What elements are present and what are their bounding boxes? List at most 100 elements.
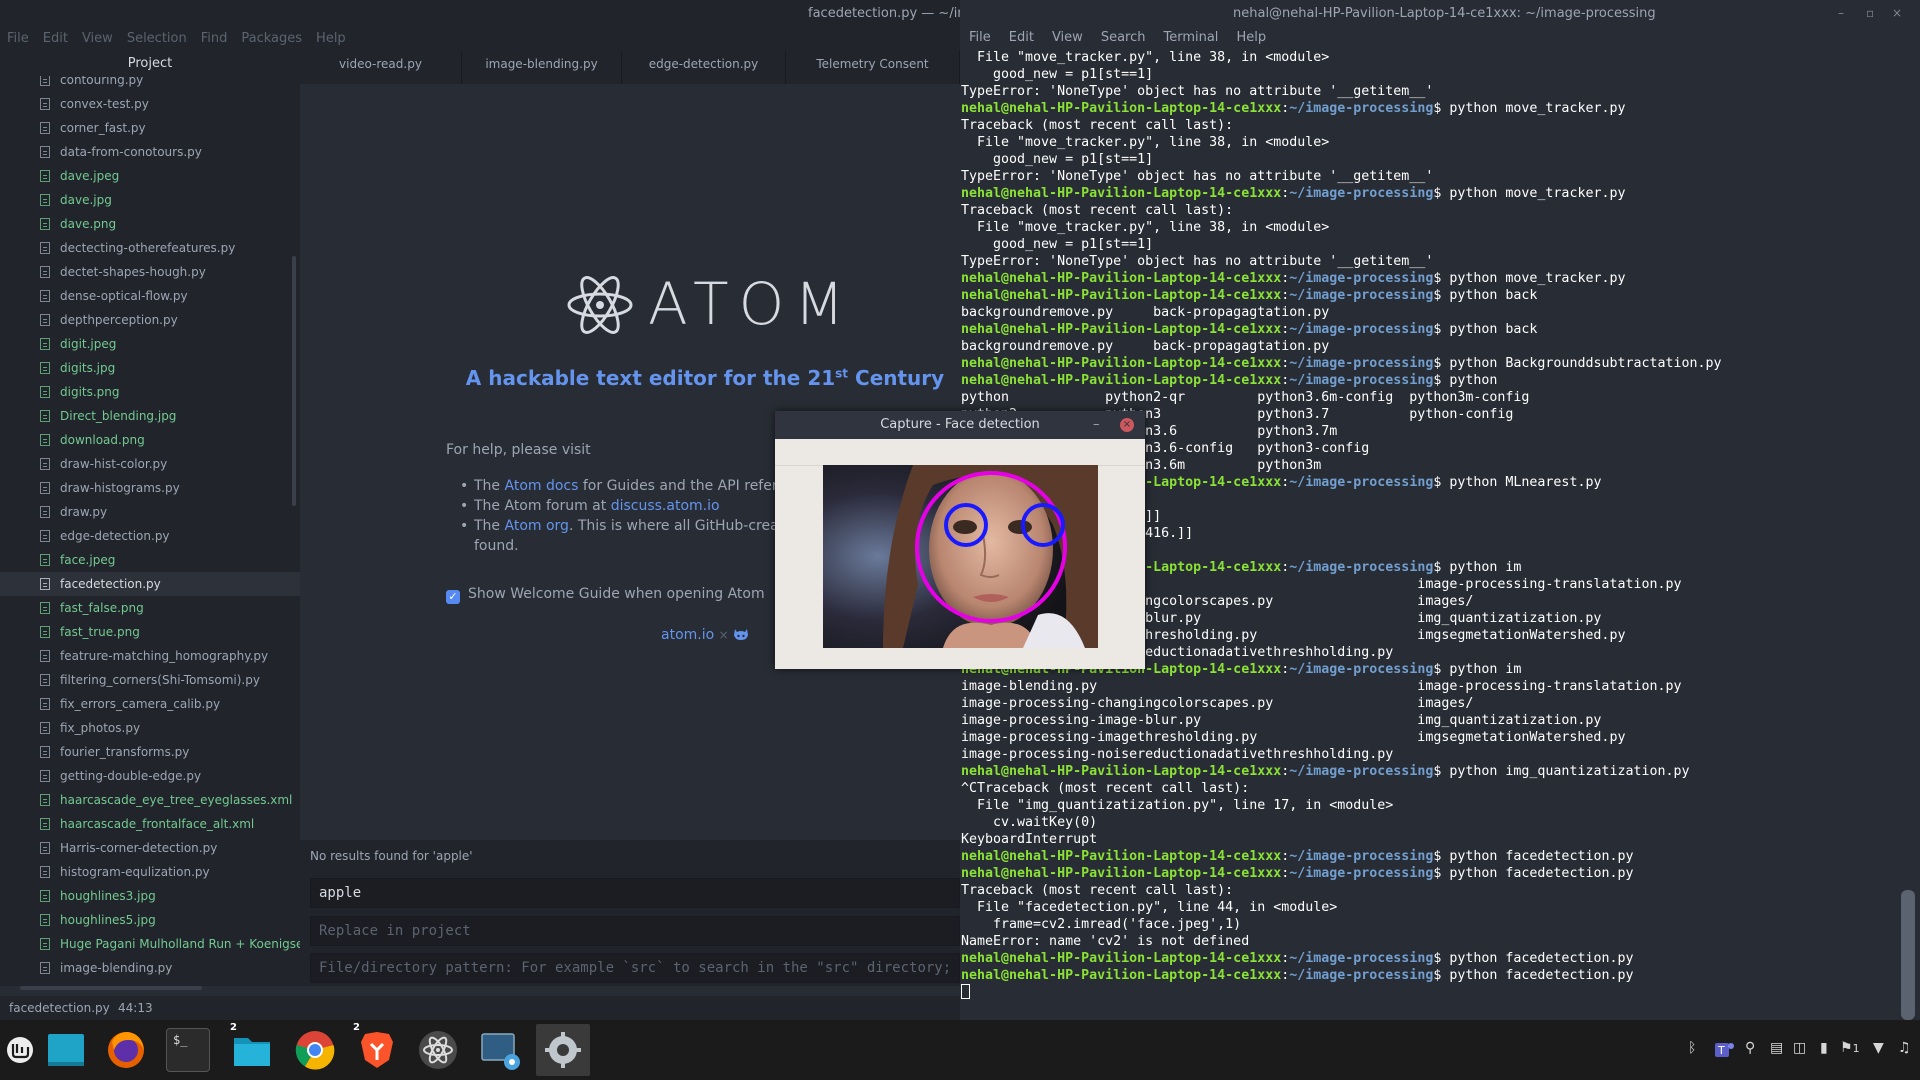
battery-icon[interactable]: ▮	[1820, 1040, 1828, 1056]
atom-docs-link[interactable]: Atom docs	[505, 478, 579, 494]
tree-item-label: edge-detection.py	[60, 529, 170, 543]
atom-menu-selection[interactable]: Selection	[120, 27, 194, 51]
tree-item[interactable]: getting-double-edge.py	[0, 764, 300, 788]
tree-item[interactable]: data-from-conotours.py	[0, 140, 300, 164]
tree-item[interactable]: digit.jpeg	[0, 332, 300, 356]
firefox-icon[interactable]	[104, 1028, 148, 1072]
guide-checkbox[interactable]: ✓	[446, 590, 460, 604]
teams-icon[interactable]: T	[1713, 1040, 1735, 1064]
terminal-scrollbar[interactable]	[1901, 890, 1915, 1020]
keyboard-icon[interactable]: ▤	[1770, 1040, 1783, 1056]
status-file-name[interactable]: facedetection.py	[9, 996, 110, 1020]
sound-icon[interactable]: ♫	[1898, 1040, 1911, 1056]
tree-item[interactable]: digits.png	[0, 380, 300, 404]
accessibility-icon[interactable]: ⚲	[1745, 1040, 1755, 1056]
tree-item[interactable]: fast_true.png	[0, 620, 300, 644]
tree-scrollbar[interactable]	[292, 256, 296, 506]
tree-item[interactable]: digits.jpg	[0, 356, 300, 380]
file-icon	[40, 650, 50, 662]
tree-item[interactable]: featrure-matching_homography.py	[0, 644, 300, 668]
wifi-icon[interactable]: ▼	[1873, 1040, 1884, 1056]
tree-item[interactable]: dave.jpeg	[0, 164, 300, 188]
tree-item[interactable]: contouring.py	[0, 76, 300, 92]
project-tree[interactable]: contouring.py convex-test.py corner_fast.p…	[0, 76, 300, 986]
tree-item[interactable]: draw-histograms.py	[0, 476, 300, 500]
replace-input[interactable]: Replace in project	[310, 916, 960, 946]
minimize-icon[interactable]: –	[1838, 0, 1844, 27]
editor-tab[interactable]: image-blending.py	[462, 51, 622, 84]
tree-item[interactable]: image-blending.py	[0, 956, 300, 980]
terminal-menu-search[interactable]: Search	[1092, 27, 1155, 49]
files-icon[interactable]: 2	[230, 1022, 274, 1072]
atom-io-link[interactable]: atom.io	[661, 627, 714, 643]
close-icon[interactable]: ×	[1892, 0, 1902, 27]
capture-window-icon[interactable]	[536, 1024, 590, 1076]
terminal-menu-terminal[interactable]: Terminal	[1154, 27, 1227, 49]
tree-item[interactable]: fix_errors_camera_calib.py	[0, 692, 300, 716]
tree-item[interactable]: houghlines5.jpg	[0, 908, 300, 932]
tree-item[interactable]: Direct_blending.jpg	[0, 404, 300, 428]
tree-item[interactable]: dave.jpg	[0, 188, 300, 212]
tree-item[interactable]: depthperception.py	[0, 308, 300, 332]
tree-item[interactable]: Harris-corner-detection.py	[0, 836, 300, 860]
chrome-icon[interactable]	[293, 1028, 337, 1072]
terminal-menu-help[interactable]: Help	[1227, 27, 1275, 49]
atom-menu-packages[interactable]: Packages	[234, 27, 309, 51]
tree-item[interactable]: convex-test.py	[0, 92, 300, 116]
terminal-menu-file[interactable]: File	[960, 27, 1000, 49]
tree-item[interactable]: fix_photos.py	[0, 716, 300, 740]
minimize-icon[interactable]: –	[1093, 411, 1100, 439]
terminal-icon[interactable]: $_	[166, 1028, 210, 1072]
discuss-link[interactable]: discuss.atom.io	[611, 498, 720, 514]
tree-item[interactable]: histogram-equlization.py	[0, 860, 300, 884]
atom-menu-help[interactable]: Help	[309, 27, 353, 51]
menu-icon[interactable]	[2, 1028, 38, 1072]
atom-menu-find[interactable]: Find	[194, 27, 235, 51]
project-tree-header[interactable]: Project	[0, 51, 300, 76]
octocat-icon[interactable]	[733, 627, 749, 641]
status-cursor-position[interactable]: 44:13	[118, 996, 153, 1020]
notifications-icon[interactable]: ⚑1	[1840, 1040, 1860, 1056]
editor-tab[interactable]: edge-detection.py	[622, 51, 786, 84]
terminal-line	[961, 984, 970, 1001]
terminal-menu-view[interactable]: View	[1043, 27, 1092, 49]
screenshot-icon[interactable]	[478, 1028, 522, 1072]
editor-tab[interactable]: video-read.py	[300, 51, 462, 84]
tree-item[interactable]: dectecting-otherefeatures.py	[0, 236, 300, 260]
face-detection-titlebar[interactable]: Capture - Face detection – ×	[775, 411, 1145, 439]
atom-app-icon[interactable]	[416, 1028, 460, 1072]
display-icon[interactable]: ◫	[1793, 1040, 1806, 1056]
atom-menu-edit[interactable]: Edit	[36, 27, 75, 51]
tree-item[interactable]: edge-detection.py	[0, 524, 300, 548]
terminal-menu-edit[interactable]: Edit	[1000, 27, 1043, 49]
tree-item[interactable]: face.jpeg	[0, 548, 300, 572]
tree-item[interactable]: dave.png	[0, 212, 300, 236]
file-pattern-input[interactable]: File/directory pattern: For example `src…	[310, 953, 960, 983]
find-query-input[interactable]: apple	[310, 878, 960, 908]
tree-item[interactable]: draw-hist-color.py	[0, 452, 300, 476]
tree-item[interactable]: houghlines3.jpg	[0, 884, 300, 908]
tree-item[interactable]: filtering_corners(Shi-Tomsomi).py	[0, 668, 300, 692]
tree-item[interactable]: corner_fast.py	[0, 116, 300, 140]
atom-org-link[interactable]: Atom org	[505, 518, 569, 534]
tree-item[interactable]: haarcascade_frontalface_alt.xml	[0, 812, 300, 836]
tree-item[interactable]: draw.py	[0, 500, 300, 524]
tree-item[interactable]: dense-optical-flow.py	[0, 284, 300, 308]
close-icon[interactable]: ×	[1120, 418, 1134, 432]
tree-item[interactable]: Huge Pagani Mulholland Run + Koenigsegg	[0, 932, 300, 956]
bluetooth-icon[interactable]: ᛒ	[1688, 1040, 1696, 1056]
tree-item[interactable]: haarcascade_eye_tree_eyeglasses.xml	[0, 788, 300, 812]
show-guide-toggle[interactable]: ✓ Show Welcome Guide when opening Atom	[446, 586, 765, 604]
tree-item[interactable]: fast_false.png	[0, 596, 300, 620]
atom-menu-view[interactable]: View	[75, 27, 120, 51]
tree-horizontal-scrollbar[interactable]	[20, 986, 202, 990]
atom-menu-file[interactable]: File	[0, 27, 36, 51]
tree-item[interactable]: fourier_transforms.py	[0, 740, 300, 764]
editor-tab[interactable]: Telemetry Consent	[786, 51, 960, 84]
brave-icon[interactable]: 2	[353, 1022, 399, 1072]
show-desktop-icon[interactable]	[44, 1028, 88, 1072]
tree-item[interactable]: dectet-shapes-hough.py	[0, 260, 300, 284]
tree-item[interactable]: download.png	[0, 428, 300, 452]
tree-item[interactable]: facedetection.py	[0, 572, 300, 596]
maximize-icon[interactable]: ▫	[1866, 0, 1874, 27]
